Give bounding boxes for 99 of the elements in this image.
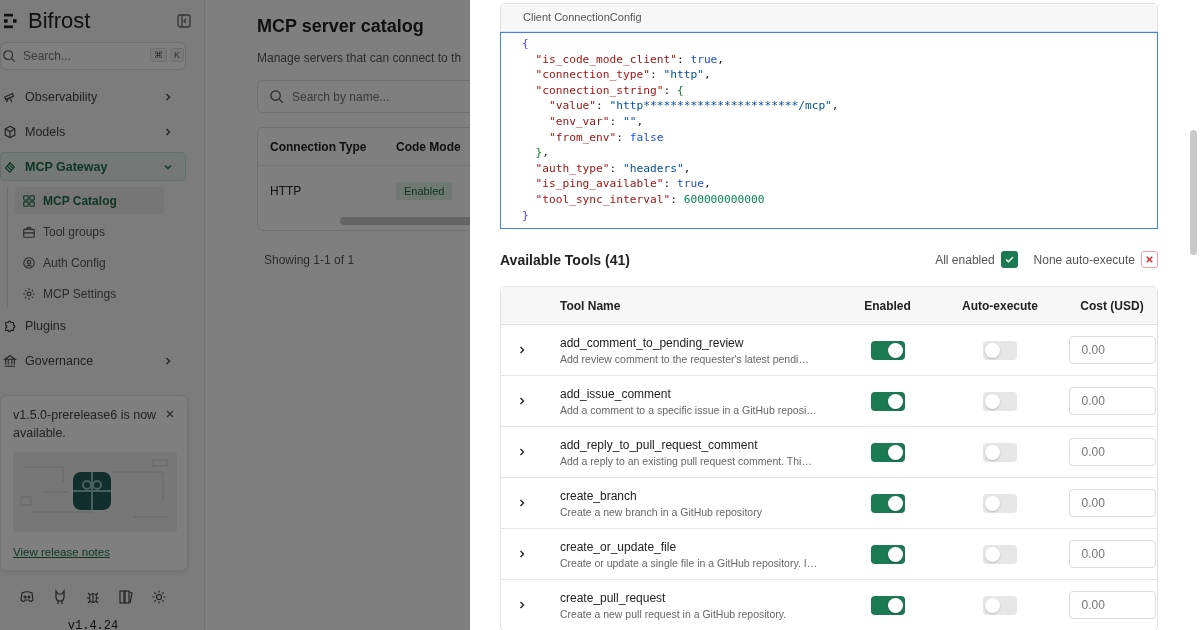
column-header: Tool Name: [560, 298, 622, 313]
tool-name: add_reply_to_pull_request_comment: [560, 437, 759, 452]
tool-description: Create or update a single file in a GitHub repository. I…: [560, 556, 819, 569]
checkbox[interactable]: [1000, 251, 1018, 269]
tool-name: create_branch: [560, 488, 638, 503]
code-line: {: [522, 36, 529, 52]
chevron-right-icon[interactable]: [517, 498, 527, 509]
column-header: Auto-execute: [961, 298, 1039, 313]
code-line: },: [534, 145, 549, 161]
nav-item[interactable]: MCP Gateway: [0, 152, 186, 181]
auto-execute-toggle[interactable]: [983, 340, 1017, 360]
nav-subitem[interactable]: MCP Settings: [15, 280, 164, 307]
chevron-right-icon: [163, 91, 173, 102]
status-badge: Enabled: [396, 182, 453, 200]
page-subtitle: Manage servers that can connect to th: [257, 51, 462, 65]
column-header: Connection Type: [270, 139, 368, 154]
code-line: "env_var": "",: [547, 113, 644, 130]
code-line: "connection_string": {: [534, 82, 684, 99]
search-icon: [2, 49, 16, 63]
code-line: "tool_sync_interval": 600000000000: [534, 191, 765, 208]
cost-field[interactable]: 0.00: [1068, 540, 1156, 569]
grid-icon: [22, 193, 36, 208]
check-icon: [1003, 254, 1015, 266]
brand-name: Bifrost: [28, 8, 91, 34]
nav-item[interactable]: Models: [0, 117, 186, 146]
cat-icon[interactable]: [52, 589, 68, 605]
close-icon[interactable]: [165, 409, 175, 419]
chat-icon[interactable]: [19, 589, 35, 605]
nav-item[interactable]: Observability: [0, 82, 186, 111]
code-line: "from_env": false: [547, 129, 664, 146]
config-title: Client ConnectionConfig: [501, 4, 1157, 32]
tool-name: add_issue_comment: [560, 386, 672, 401]
enabled-toggle[interactable]: [870, 595, 905, 615]
checkbox[interactable]: [1141, 251, 1158, 269]
chevron-right-icon[interactable]: [517, 345, 527, 356]
chevron-right-icon: [163, 126, 173, 137]
bank-icon: [3, 353, 17, 368]
nav-item[interactable]: Governance: [0, 346, 186, 375]
nav-subitem[interactable]: Auth Config: [15, 249, 164, 276]
enabled-toggle[interactable]: [870, 544, 905, 564]
sun-icon[interactable]: [151, 589, 167, 605]
chevron-right-icon[interactable]: [517, 396, 527, 407]
auto-execute-toggle[interactable]: [983, 391, 1017, 411]
search-icon: [269, 89, 284, 104]
release-notes-link[interactable]: View release notes: [13, 546, 110, 558]
checkbox-label: All enabled: [935, 252, 995, 267]
cost-field[interactable]: 0.00: [1068, 387, 1156, 416]
tool-description: Create a new branch in a GitHub repository: [560, 505, 763, 518]
section-title: Available Tools (41): [500, 251, 630, 268]
puzzle-icon: [3, 318, 17, 333]
column-header: Enabled: [863, 298, 912, 313]
enabled-toggle[interactable]: [870, 442, 905, 462]
code-line: "is_code_mode_client": true,: [534, 51, 725, 68]
chevron-right-icon[interactable]: [517, 549, 527, 560]
code-line: }: [522, 207, 529, 224]
nav-subitem[interactable]: MCP Catalog: [15, 187, 164, 214]
book-icon[interactable]: [118, 589, 134, 605]
settings-icon: [22, 286, 36, 301]
enabled-toggle[interactable]: [870, 340, 905, 360]
auto-execute-toggle[interactable]: [983, 442, 1017, 462]
tool-description: Add a reply to an existing pull request comment. Thi…: [560, 454, 813, 467]
cost-field[interactable]: 0.00: [1068, 591, 1156, 620]
code-line: "value": "http***********************/mcp",: [547, 98, 839, 114]
tool-description: Create a new pull request in a GitHub repository.: [560, 607, 788, 620]
tool-name: add_comment_to_pending_review: [560, 335, 745, 350]
chevron-right-icon[interactable]: [517, 600, 527, 611]
auto-execute-toggle[interactable]: [983, 595, 1017, 615]
code-line: "auth_type": "headers",: [534, 160, 691, 177]
chevron-right-icon: [163, 355, 173, 366]
cost-field[interactable]: 0.00: [1068, 489, 1156, 518]
cost-field[interactable]: 0.00: [1068, 336, 1156, 365]
version-label: v1.4.24: [66, 618, 120, 630]
nav-subitem[interactable]: Tool groups: [15, 218, 164, 245]
code-line: "is_ping_available": true,: [534, 176, 711, 192]
toolbox-icon: [22, 224, 36, 239]
cost-field[interactable]: 0.00: [1068, 438, 1156, 467]
nav-item[interactable]: Plugins: [0, 311, 186, 340]
tool-description: Add a comment to a specific issue in a GitHub reposi…: [560, 403, 818, 416]
enabled-toggle[interactable]: [870, 493, 905, 513]
tool-description: Add review comment to the requester's latest pendi…: [560, 352, 810, 365]
chevron-right-icon[interactable]: [517, 447, 527, 458]
column-header: Cost (USD): [1079, 298, 1145, 313]
column-header: Code Mode: [396, 139, 462, 154]
enabled-toggle[interactable]: [870, 391, 905, 411]
code-line: "connection_type": "http",: [534, 67, 711, 83]
notice-text: v1.5.0-prerelease6 is now available.: [13, 407, 157, 442]
page-title: MCP server catalog: [257, 16, 424, 37]
cube-icon: [3, 124, 17, 139]
shield-icon: [22, 255, 36, 270]
tool-name: create_pull_request: [560, 590, 667, 605]
pagination-text: Showing 1-1 of 1: [264, 253, 355, 267]
table-cell-text: HTTP: [270, 184, 303, 198]
auto-execute-toggle[interactable]: [983, 493, 1017, 513]
auto-execute-toggle[interactable]: [983, 544, 1017, 564]
layers-icon: [3, 159, 17, 174]
tool-name: create_or_update_file: [560, 539, 678, 554]
sidebar-toggle-icon[interactable]: [176, 13, 192, 29]
x-icon: [1144, 254, 1155, 266]
checkbox-label: None auto-execute: [1033, 252, 1135, 267]
